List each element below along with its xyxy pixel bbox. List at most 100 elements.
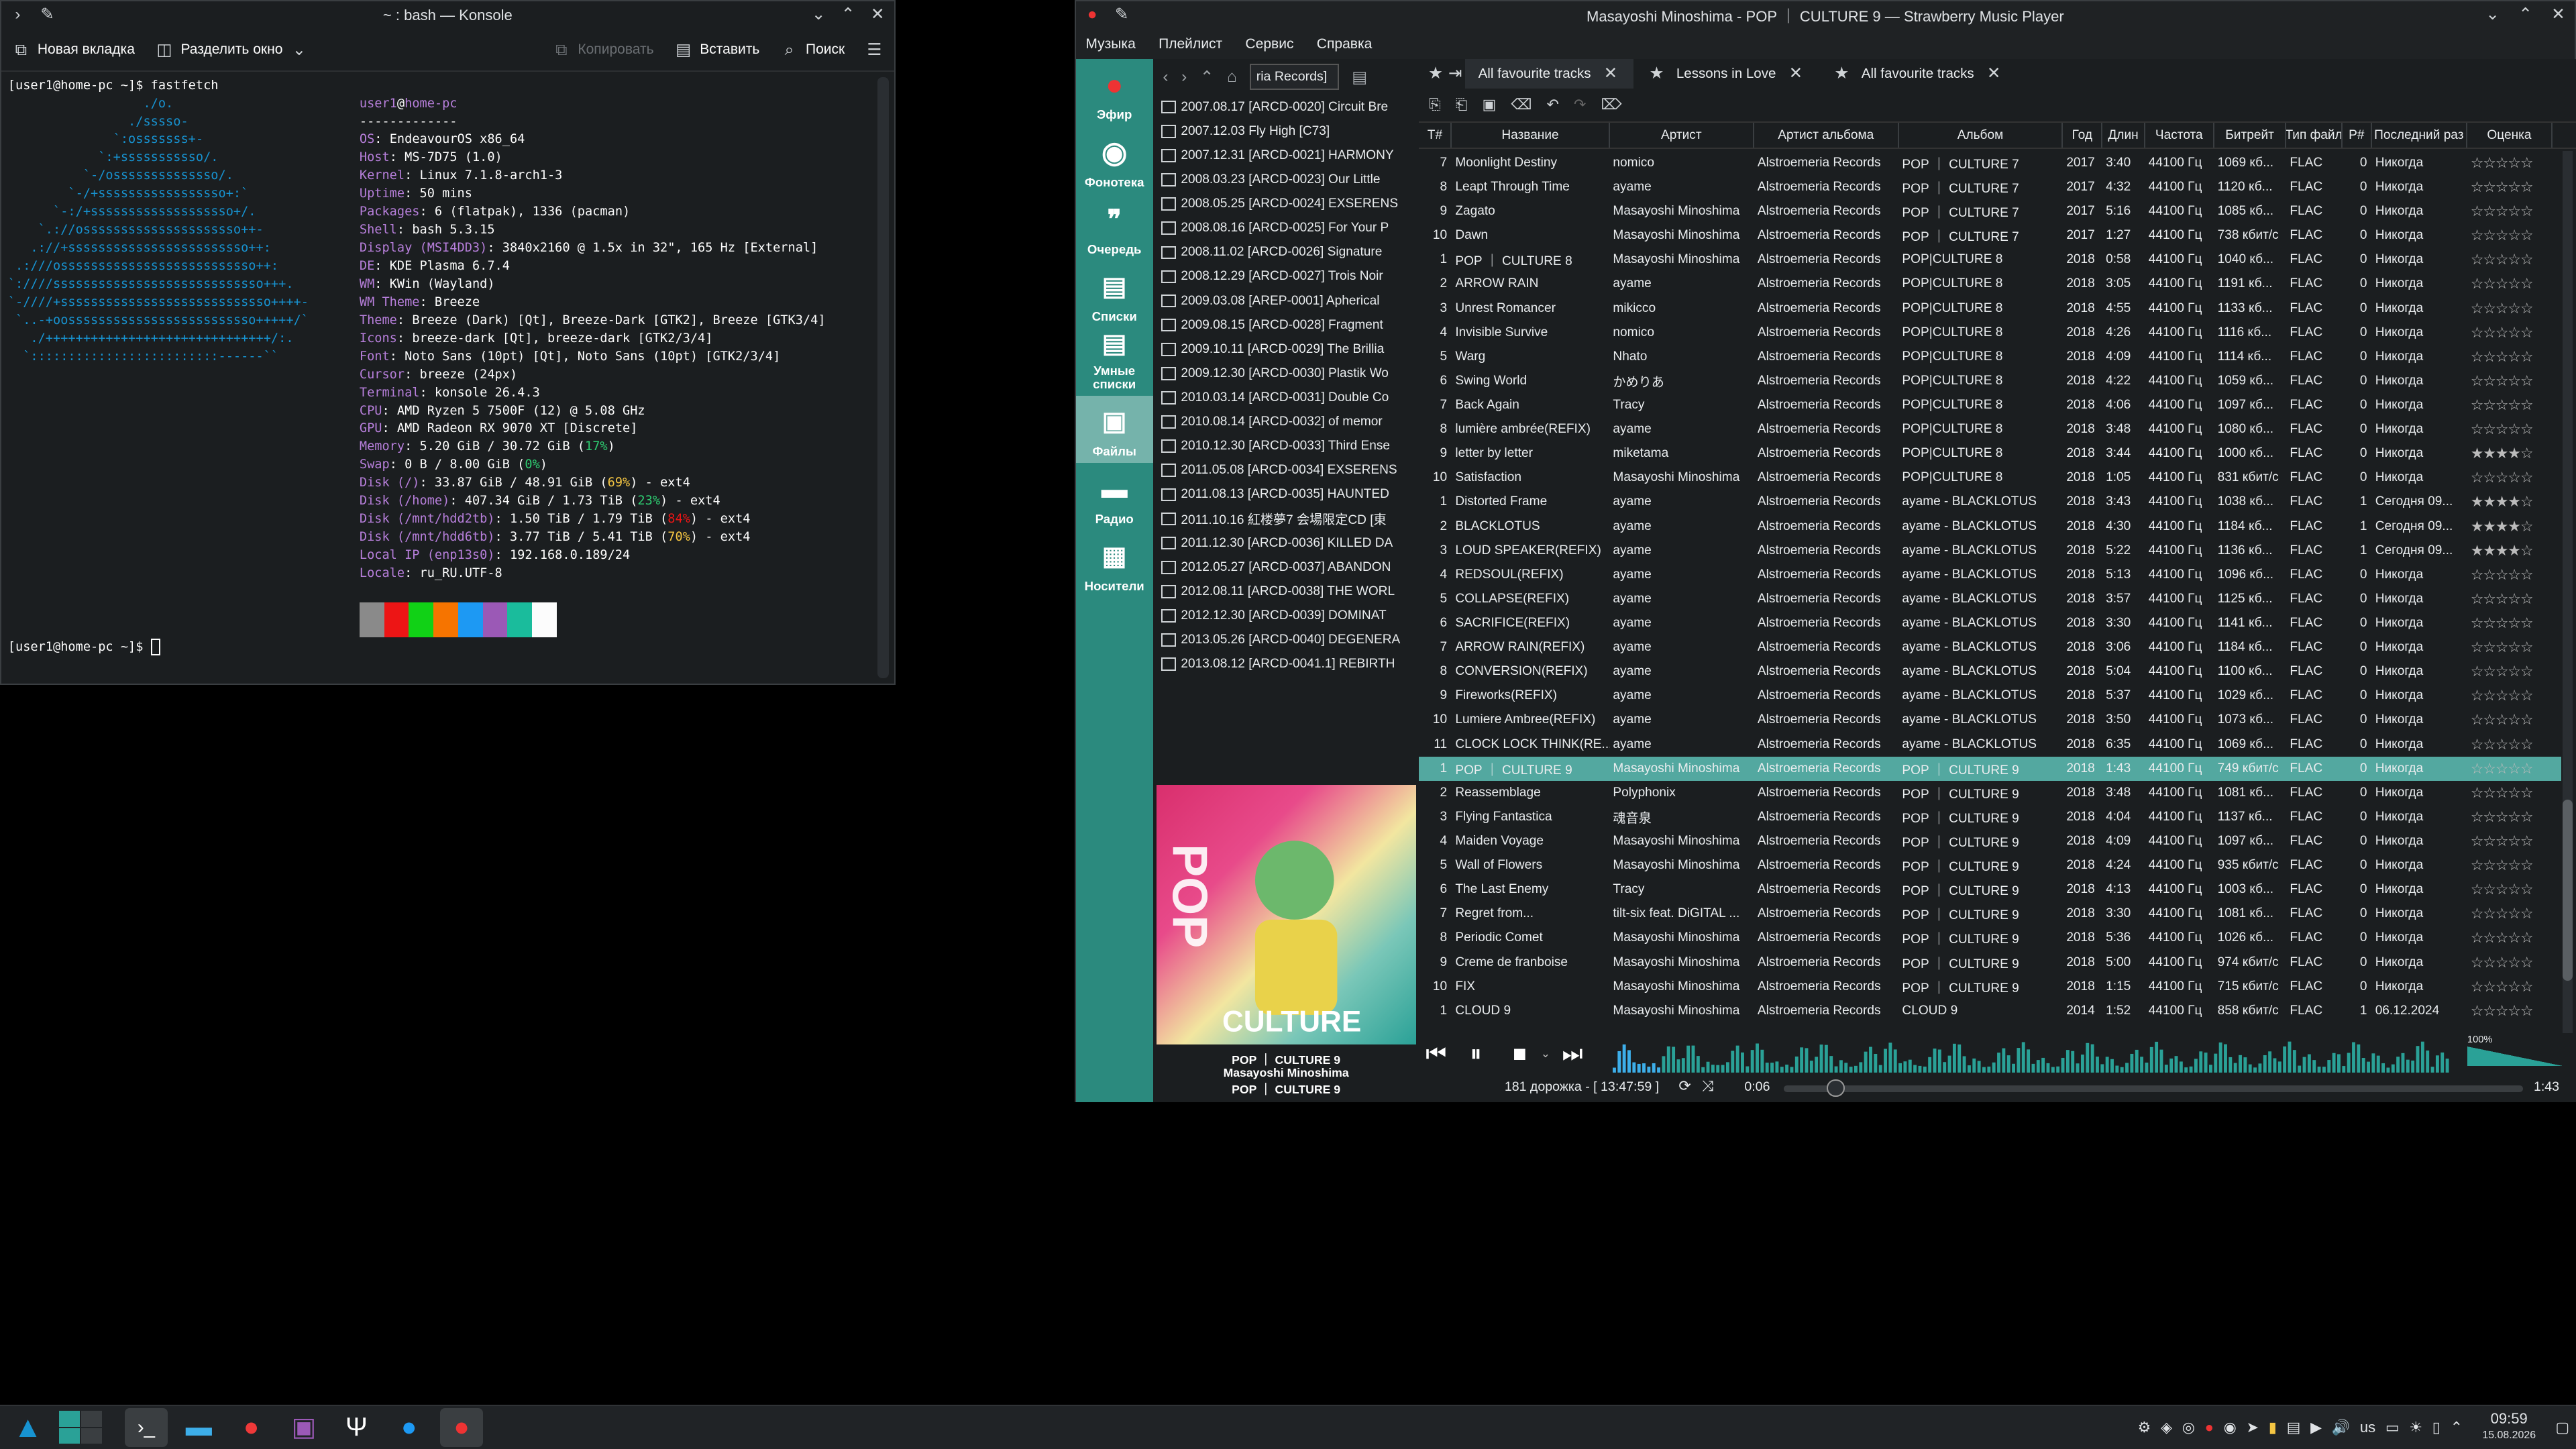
taskbar-files-icon[interactable]: ▬ <box>177 1408 220 1448</box>
rating-stars[interactable]: ★★★★☆ <box>2471 493 2534 511</box>
menu-playlist[interactable]: Плейлист <box>1159 36 1222 52</box>
table-row[interactable]: 10 Dawn Masayoshi Minoshima Alstroemeria Re… <box>1419 223 2561 248</box>
file-item[interactable]: 2011.10.16 紅楼夢7 会場限定CD [東 <box>1153 506 1419 531</box>
table-row[interactable]: 1 POP ｜ CULTURE 8 Masayoshi Minoshima Alstr… <box>1419 248 2561 272</box>
tray-settings-icon[interactable]: ⚙ <box>2138 1419 2151 1436</box>
tray-brightness-icon[interactable]: ☀ <box>2409 1419 2422 1436</box>
load-playlist-icon[interactable]: ⎗ <box>1456 96 1468 113</box>
playlist-scrollbar[interactable] <box>2562 150 2573 1033</box>
table-row[interactable]: 6 SACRIFICE(REFIX) ayame Alstroemeria Recor… <box>1419 611 2561 635</box>
table-row[interactable]: 11 CLOCK LOCK THINK(RE... ayame Alstroemeri… <box>1419 732 2561 756</box>
copy-button[interactable]: ⧉ Копировать <box>551 40 654 60</box>
table-row[interactable]: 4 Maiden Voyage Masayoshi Minoshima Alstroe… <box>1419 829 2561 853</box>
table-row[interactable]: 9 Creme de franboise Masayoshi Minoshima Al… <box>1419 950 2561 974</box>
table-row[interactable]: 9 letter by letter miketama Alstroemeria Re… <box>1419 441 2561 466</box>
minimize-icon[interactable]: ⌄ <box>808 5 828 24</box>
new-playlist-icon[interactable]: ⎘ <box>1429 96 1441 113</box>
column-header[interactable]: Длин <box>2102 122 2145 148</box>
table-row[interactable]: 10 Lumiere Ambree(REFIX) ayame Alstroemeria… <box>1419 708 2561 732</box>
file-item[interactable]: 2008.12.29 [ARCD-0027] Trois Noir <box>1153 264 1419 288</box>
table-row[interactable]: 7 ARROW RAIN(REFIX) ayame Alstroemeria Reco… <box>1419 635 2561 659</box>
sidebar-item-playlists[interactable]: ▤ Списки <box>1076 261 1153 328</box>
file-item[interactable]: 2011.08.13 [ARCD-0035] HAUNTED <box>1153 482 1419 506</box>
rating-stars[interactable]: ☆☆☆☆☆ <box>2471 251 2534 268</box>
paste-button[interactable]: ▤ Вставить <box>674 40 759 60</box>
menu-music[interactable]: Музыка <box>1085 36 1135 52</box>
tray-display-icon[interactable]: ▭ <box>2385 1419 2400 1436</box>
close-icon[interactable]: ✕ <box>868 5 888 24</box>
file-item[interactable]: 2013.05.26 [ARCD-0040] DEGENERA <box>1153 628 1419 652</box>
rating-stars[interactable]: ☆☆☆☆☆ <box>2471 614 2534 632</box>
taskbar-trident-icon[interactable]: Ψ <box>335 1408 378 1448</box>
file-item[interactable]: 2009.08.15 [ARCD-0028] Fragment <box>1153 313 1419 337</box>
table-row[interactable]: 10 FIX Masayoshi Minoshima Alstroemeria Rec… <box>1419 975 2561 999</box>
table-row[interactable]: 3 Flying Fantastica 魂音泉 Alstroemeria Record… <box>1419 805 2561 829</box>
search-button[interactable]: ⌕ Поиск <box>780 40 845 60</box>
terminal-scrollbar[interactable] <box>877 76 890 678</box>
rating-stars[interactable]: ☆☆☆☆☆ <box>2471 275 2534 292</box>
table-row[interactable]: 2 ARROW RAIN ayame Alstroemeria Records POP|… <box>1419 272 2561 296</box>
path-field[interactable]: ria Records] <box>1250 64 1339 91</box>
sidebar-item-smart-playlists[interactable]: ▤ Умные списки <box>1076 328 1153 395</box>
close-icon[interactable]: ✕ <box>1984 64 2003 83</box>
column-header[interactable]: Битрейт <box>2214 122 2287 148</box>
table-row[interactable]: 8 CONVERSION(REFIX) ayame Alstroemeria Reco… <box>1419 659 2561 684</box>
save-playlist-icon[interactable]: ▣ <box>1483 96 1497 113</box>
table-row[interactable]: 7 Back Again Tracy Alstroemeria Records POP|… <box>1419 393 2561 417</box>
hamburger-menu-icon[interactable]: ☰ <box>865 40 884 60</box>
filter-icon[interactable]: ⌦ <box>1601 96 1622 113</box>
rating-stars[interactable]: ☆☆☆☆☆ <box>2471 421 2534 438</box>
table-row[interactable]: 7 Moonlight Destiny nomico Alstroemeria Rec… <box>1419 151 2561 175</box>
table-row[interactable]: 1 Distorted Frame ayame Alstroemeria Record… <box>1419 490 2561 514</box>
table-row[interactable]: 6 The Last Enemy Tracy Alstroemeria Records… <box>1419 877 2561 902</box>
shuffle-icon[interactable]: ⤨ <box>1702 1077 1714 1095</box>
rating-stars[interactable]: ☆☆☆☆☆ <box>2471 203 2534 220</box>
file-item[interactable]: 2012.08.11 [ARCD-0038] THE WORL <box>1153 580 1419 604</box>
table-row[interactable]: 8 lumière ambrée(REFIX) ayame Alstroemeria … <box>1419 417 2561 441</box>
table-row[interactable]: 4 REDSOUL(REFIX) ayame Alstroemeria Records… <box>1419 563 2561 587</box>
rating-stars[interactable]: ☆☆☆☆☆ <box>2471 663 2534 680</box>
redo-icon[interactable]: ↷ <box>1574 96 1586 113</box>
table-row[interactable]: 5 Wall of Flowers Masayoshi Minoshima Alstr… <box>1419 853 2561 877</box>
file-item[interactable]: 2007.12.03 Fly High [C73] <box>1153 119 1419 144</box>
table-row[interactable]: 2 Reassemblage Polyphonix Alstroemeria Reco… <box>1419 781 2561 805</box>
close-icon[interactable]: ✕ <box>1786 64 1805 83</box>
rating-stars[interactable]: ☆☆☆☆☆ <box>2471 736 2534 753</box>
rating-stars[interactable]: ☆☆☆☆☆ <box>2471 954 2534 971</box>
clear-playlist-icon[interactable]: ⌫ <box>1511 96 1532 113</box>
table-row[interactable]: 10 Satisfaction Masayoshi Minoshima Alstroe… <box>1419 466 2561 490</box>
file-item[interactable]: 2012.12.30 [ARCD-0039] DOMINAT <box>1153 604 1419 628</box>
stop-icon[interactable]: ■ <box>1513 1041 1527 1067</box>
tray-sync-icon[interactable]: ◉ <box>2224 1419 2237 1436</box>
repeat-icon[interactable]: ⟳ <box>1678 1077 1690 1095</box>
sidebar-item-queue[interactable]: ❞ Очередь <box>1076 194 1153 261</box>
table-row[interactable]: 9 Zagato Masayoshi Minoshima Alstroemeria R… <box>1419 199 2561 223</box>
table-row[interactable]: 5 COLLAPSE(REFIX) ayame Alstroemeria Record… <box>1419 587 2561 611</box>
clock[interactable]: 09:59 15.08.2026 <box>2482 1411 2536 1444</box>
rating-stars[interactable]: ☆☆☆☆☆ <box>2471 348 2534 366</box>
minimize-icon[interactable]: ⌄ <box>2483 5 2502 24</box>
table-row[interactable]: 9 Fireworks(REFIX) ayame Alstroemeria Recor… <box>1419 684 2561 708</box>
terminal-area[interactable]: [user1@home-pc ~]$ fastfetch ./o. ./ssss… <box>8 77 875 669</box>
app-launcher-icon[interactable]: ▲ <box>7 1408 50 1448</box>
rating-stars[interactable]: ☆☆☆☆☆ <box>2471 760 2534 777</box>
rating-stars[interactable]: ☆☆☆☆☆ <box>2471 711 2534 729</box>
table-row[interactable]: 6 Swing World かめりあ Alstroemeria Records POP|… <box>1419 369 2561 393</box>
table-row[interactable]: 5 Warg Nhato Alstroemeria Records POP|CULTUR… <box>1419 345 2561 369</box>
rating-stars[interactable]: ☆☆☆☆☆ <box>2471 396 2534 414</box>
tray-battery-icon[interactable]: ▯ <box>2432 1419 2440 1436</box>
pin-icon[interactable]: ✎ <box>1112 5 1131 24</box>
tab-all-favourite-1[interactable]: All favourite tracks ✕ <box>1465 58 1634 89</box>
volume-slider[interactable] <box>2467 1046 2563 1066</box>
back-icon[interactable]: ‹ <box>1163 68 1168 87</box>
column-header[interactable]: Тип файл <box>2286 122 2343 148</box>
rating-stars[interactable]: ☆☆☆☆☆ <box>2471 784 2534 802</box>
arrow-icon[interactable]: ⇥ <box>1446 64 1465 83</box>
rating-stars[interactable]: ☆☆☆☆☆ <box>2471 833 2534 850</box>
taskbar-konsole-icon[interactable]: ›_ <box>125 1407 168 1448</box>
maximize-icon[interactable]: ⌃ <box>838 5 857 24</box>
home-icon[interactable]: ⌂ <box>1227 68 1237 87</box>
table-row[interactable]: 8 Periodic Comet Masayoshi Minoshima Alstro… <box>1419 926 2561 950</box>
tray-expand-icon[interactable]: ⌃ <box>2451 1419 2463 1436</box>
forward-icon[interactable]: › <box>1181 68 1187 87</box>
